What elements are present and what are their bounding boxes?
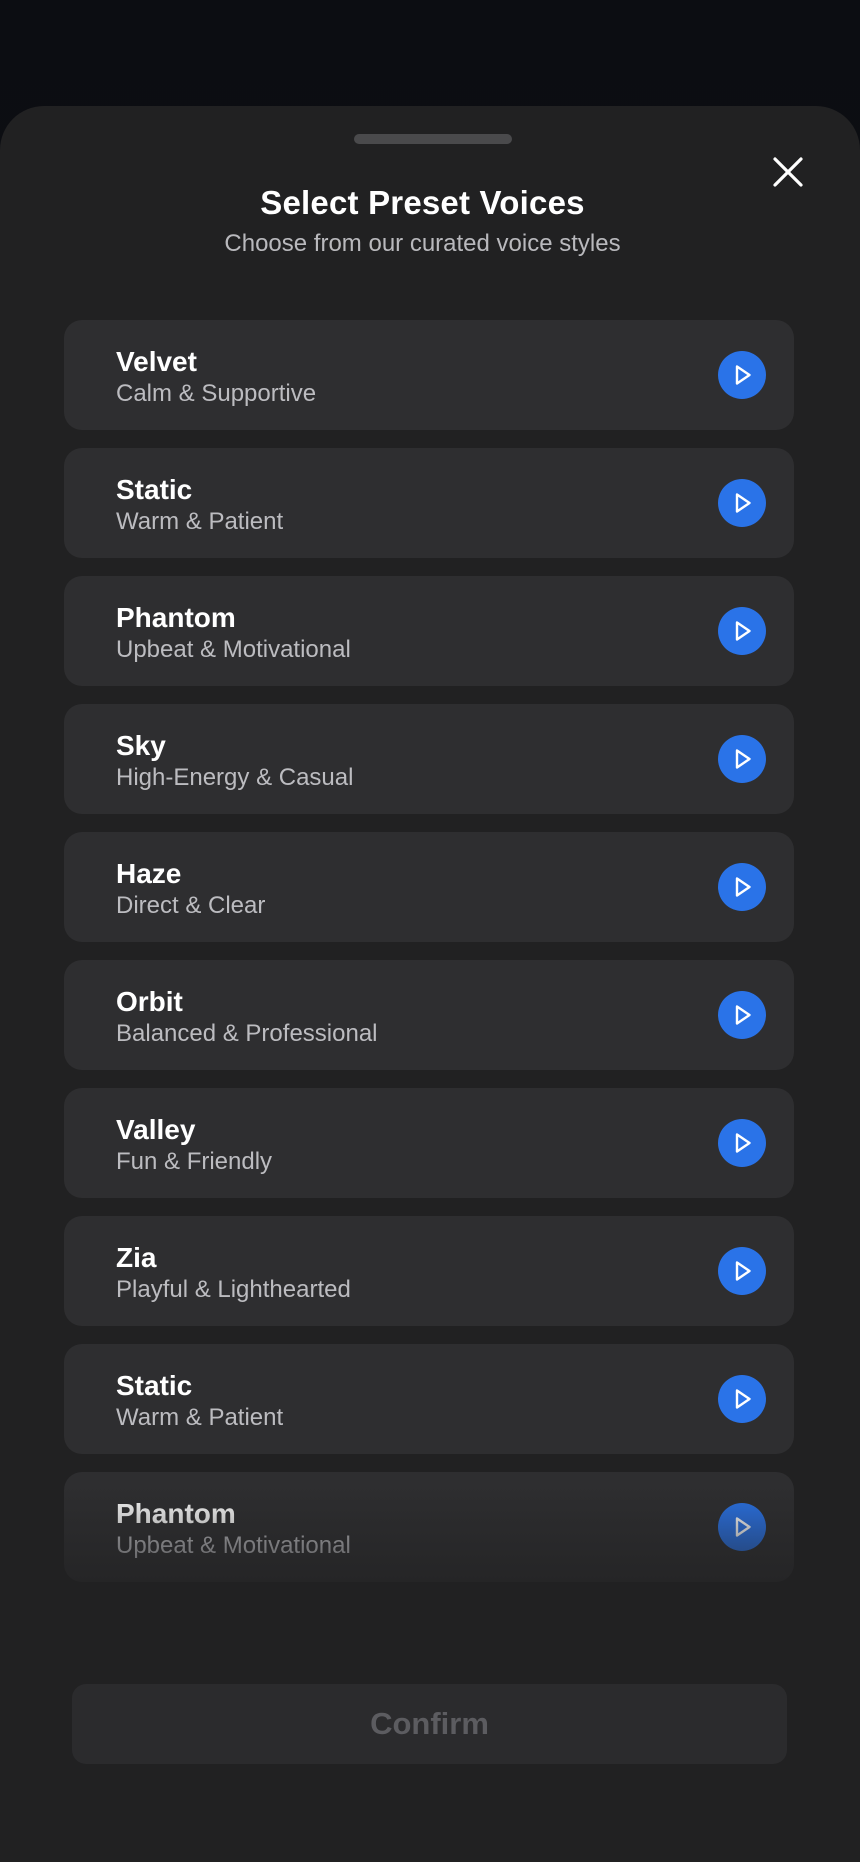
confirm-button[interactable]: Confirm xyxy=(72,1684,787,1764)
voice-name: Static xyxy=(116,474,193,505)
voice-list: Velvet Calm & Supportive Static Warm & P… xyxy=(64,320,794,1582)
voice-card[interactable]: Static Warm & Patient xyxy=(64,448,794,558)
voice-card[interactable]: Static Warm & Patient xyxy=(64,1344,794,1454)
play-button[interactable] xyxy=(718,735,766,783)
voice-card[interactable]: Phantom Upbeat & Motivational xyxy=(64,576,794,686)
voice-card[interactable]: Haze Direct & Clear xyxy=(64,832,794,942)
sheet-title: Select Preset Voices xyxy=(260,184,585,221)
voice-description: Calm & Supportive xyxy=(116,380,317,407)
voice-name: Orbit xyxy=(116,986,183,1017)
voice-card[interactable]: Sky High-Energy & Casual xyxy=(64,704,794,814)
voice-name: Phantom xyxy=(116,602,236,633)
voice-name: Valley xyxy=(116,1114,196,1145)
play-button[interactable] xyxy=(718,1247,766,1295)
play-icon xyxy=(735,1517,751,1537)
sheet-grabber[interactable] xyxy=(354,134,512,144)
play-button[interactable] xyxy=(718,607,766,655)
voice-name: Phantom xyxy=(116,1498,236,1529)
voice-description: Playful & Lighthearted xyxy=(116,1276,351,1303)
voice-description: Balanced & Professional xyxy=(116,1020,378,1047)
play-icon xyxy=(735,1261,751,1281)
voice-description: Upbeat & Motivational xyxy=(116,636,351,663)
voice-description: Upbeat & Motivational xyxy=(116,1532,351,1559)
play-icon xyxy=(735,1005,751,1025)
voice-name: Sky xyxy=(116,730,166,761)
play-icon xyxy=(735,365,751,385)
voice-description: Warm & Patient xyxy=(116,1404,284,1431)
voice-card[interactable]: Velvet Calm & Supportive xyxy=(64,320,794,430)
sheet-subtitle: Choose from our curated voice styles xyxy=(224,230,621,257)
voice-description: Direct & Clear xyxy=(116,892,266,919)
voice-name: Zia xyxy=(116,1242,157,1273)
play-icon xyxy=(735,493,751,513)
voice-name: Velvet xyxy=(116,346,197,377)
play-button[interactable] xyxy=(718,1375,766,1423)
voice-name: Static xyxy=(116,1370,193,1401)
play-button[interactable] xyxy=(718,479,766,527)
voice-card[interactable]: Valley Fun & Friendly xyxy=(64,1088,794,1198)
play-button[interactable] xyxy=(718,1119,766,1167)
play-icon xyxy=(735,749,751,769)
voice-picker-sheet: Select Preset Voices Choose from our cur… xyxy=(0,106,860,1862)
voice-card[interactable]: Phantom Upbeat & Motivational xyxy=(64,1472,794,1582)
play-button[interactable] xyxy=(718,1503,766,1551)
play-icon xyxy=(735,1389,751,1409)
play-icon xyxy=(735,621,751,641)
voice-name: Haze xyxy=(116,858,182,889)
play-button[interactable] xyxy=(718,991,766,1039)
voice-description: Warm & Patient xyxy=(116,508,284,535)
play-icon xyxy=(735,877,751,897)
voice-card[interactable]: Zia Playful & Lighthearted xyxy=(64,1216,794,1326)
voice-card[interactable]: Orbit Balanced & Professional xyxy=(64,960,794,1070)
voice-description: Fun & Friendly xyxy=(116,1148,273,1175)
voice-description: High-Energy & Casual xyxy=(116,764,354,791)
play-button[interactable] xyxy=(718,351,766,399)
play-icon xyxy=(735,1133,751,1153)
play-button[interactable] xyxy=(718,863,766,911)
